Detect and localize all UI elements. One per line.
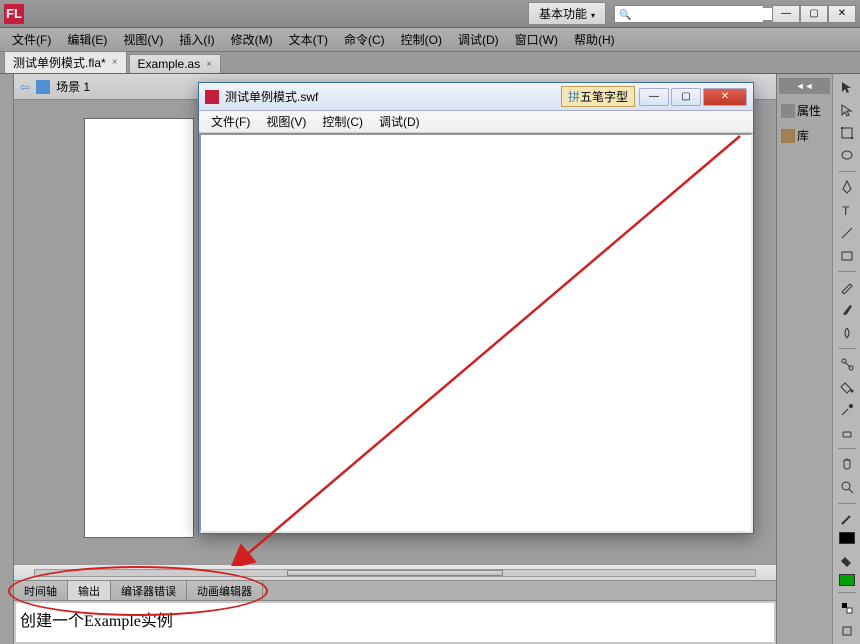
- close-button[interactable]: ✕: [828, 5, 856, 23]
- scene-icon: [36, 80, 50, 94]
- scrollbar-thumb[interactable]: [287, 570, 503, 576]
- swf-menu-view[interactable]: 视图(V): [258, 111, 314, 132]
- subselection-tool-icon[interactable]: [837, 101, 857, 120]
- hand-tool-icon[interactable]: [837, 455, 857, 474]
- horizontal-scrollbar[interactable]: [14, 564, 776, 580]
- panel-library[interactable]: 库: [779, 123, 830, 148]
- doc-tab-as[interactable]: Example.as ×: [129, 54, 222, 73]
- bone-tool-icon[interactable]: [837, 355, 857, 374]
- swf-maximize-button[interactable]: ▢: [671, 88, 701, 106]
- svg-text:T: T: [842, 204, 850, 217]
- stroke-color-swatch[interactable]: [839, 532, 855, 543]
- menu-control[interactable]: 控制(O): [393, 29, 450, 50]
- fill-color-icon[interactable]: [837, 552, 857, 571]
- back-arrow-icon[interactable]: ⇦: [20, 80, 30, 94]
- doc-tab-fla[interactable]: 测试单例模式.fla* ×: [4, 51, 127, 73]
- tab-output[interactable]: 输出: [68, 581, 111, 600]
- menu-help[interactable]: 帮助(H): [566, 29, 623, 50]
- eraser-tool-icon[interactable]: [837, 423, 857, 442]
- swf-minimize-button[interactable]: —: [639, 88, 669, 106]
- doc-tab-label: 测试单例模式.fla*: [13, 54, 106, 71]
- menu-file[interactable]: 文件(F): [4, 29, 59, 50]
- collapse-dock-icon[interactable]: ◄◄: [779, 78, 830, 94]
- tab-compiler-errors[interactable]: 编译器错误: [111, 581, 187, 600]
- panel-label: 库: [797, 127, 809, 144]
- swf-menu-control[interactable]: 控制(C): [314, 111, 371, 132]
- swap-colors-icon[interactable]: [837, 599, 857, 618]
- search-box[interactable]: [614, 5, 764, 23]
- menu-edit[interactable]: 编辑(E): [59, 29, 115, 50]
- maximize-button[interactable]: ▢: [800, 5, 828, 23]
- workspace-switcher[interactable]: 基本功能: [528, 2, 606, 25]
- left-rail: [0, 74, 14, 644]
- menu-text[interactable]: 文本(T): [281, 29, 336, 50]
- swf-close-button[interactable]: ✕: [703, 88, 747, 106]
- menu-modify[interactable]: 修改(M): [223, 29, 281, 50]
- workspace-label: 基本功能: [539, 5, 587, 22]
- search-input[interactable]: [631, 8, 773, 20]
- minimize-button[interactable]: —: [772, 5, 800, 23]
- document-tabs: 测试单例模式.fla* × Example.as ×: [0, 52, 860, 74]
- output-text: 创建一个Example实例: [16, 603, 774, 642]
- swf-title-text: 测试单例模式.swf: [225, 88, 561, 105]
- doc-tab-label: Example.as: [138, 57, 201, 71]
- swf-menu-debug[interactable]: 调试(D): [371, 111, 428, 132]
- menubar: 文件(F) 编辑(E) 视图(V) 插入(I) 修改(M) 文本(T) 命令(C…: [0, 28, 860, 52]
- swf-app-icon: [205, 90, 219, 104]
- options-icon[interactable]: [837, 621, 857, 640]
- tab-motion-editor[interactable]: 动画编辑器: [187, 581, 263, 600]
- search-icon: [619, 7, 631, 21]
- tools-panel: T: [832, 74, 860, 644]
- tab-timeline[interactable]: 时间轴: [14, 581, 68, 600]
- pen-tool-icon[interactable]: [837, 178, 857, 197]
- swf-menubar: 文件(F) 视图(V) 控制(C) 调试(D): [199, 111, 753, 133]
- fill-color-swatch[interactable]: [839, 574, 855, 585]
- menu-debug[interactable]: 调试(D): [450, 29, 507, 50]
- eyedropper-icon[interactable]: [837, 401, 857, 420]
- menu-insert[interactable]: 插入(I): [171, 29, 222, 50]
- zoom-tool-icon[interactable]: [837, 478, 857, 497]
- pencil-tool-icon[interactable]: [837, 278, 857, 297]
- panel-properties[interactable]: 属性: [779, 98, 830, 123]
- close-icon[interactable]: ×: [206, 59, 212, 70]
- brush-tool-icon[interactable]: [837, 301, 857, 320]
- titlebar: FL 基本功能 — ▢ ✕: [0, 0, 860, 28]
- swf-titlebar[interactable]: 测试单例模式.swf 拼五笔字型 — ▢ ✕: [199, 83, 753, 111]
- deco-tool-icon[interactable]: [837, 323, 857, 342]
- lasso-tool-icon[interactable]: [837, 146, 857, 165]
- menu-view[interactable]: 视图(V): [115, 29, 171, 50]
- text-tool-icon[interactable]: T: [837, 201, 857, 220]
- rectangle-tool-icon[interactable]: [837, 246, 857, 265]
- close-icon[interactable]: ×: [112, 57, 118, 68]
- scene-label: 场景 1: [56, 78, 90, 95]
- stroke-color-icon[interactable]: [837, 509, 857, 528]
- swf-preview-window[interactable]: 测试单例模式.swf 拼五笔字型 — ▢ ✕ 文件(F) 视图(V) 控制(C)…: [198, 82, 754, 534]
- chevron-down-icon: [591, 7, 595, 21]
- swf-stage: [199, 133, 753, 533]
- bottom-panel: 时间轴 输出 编译器错误 动画编辑器 创建一个Example实例: [14, 580, 776, 644]
- properties-icon: [781, 104, 795, 118]
- free-transform-icon[interactable]: [837, 124, 857, 143]
- menu-commands[interactable]: 命令(C): [336, 29, 393, 50]
- stage: [84, 118, 194, 538]
- menu-window[interactable]: 窗口(W): [507, 29, 566, 50]
- paint-bucket-icon[interactable]: [837, 378, 857, 397]
- panel-label: 属性: [797, 102, 821, 119]
- library-icon: [781, 129, 795, 143]
- right-dock: ◄◄ 属性 库: [776, 74, 832, 644]
- line-tool-icon[interactable]: [837, 223, 857, 242]
- swf-menu-file[interactable]: 文件(F): [203, 111, 258, 132]
- app-logo: FL: [4, 4, 24, 24]
- selection-tool-icon[interactable]: [837, 78, 857, 97]
- ime-indicator[interactable]: 拼五笔字型: [561, 86, 635, 107]
